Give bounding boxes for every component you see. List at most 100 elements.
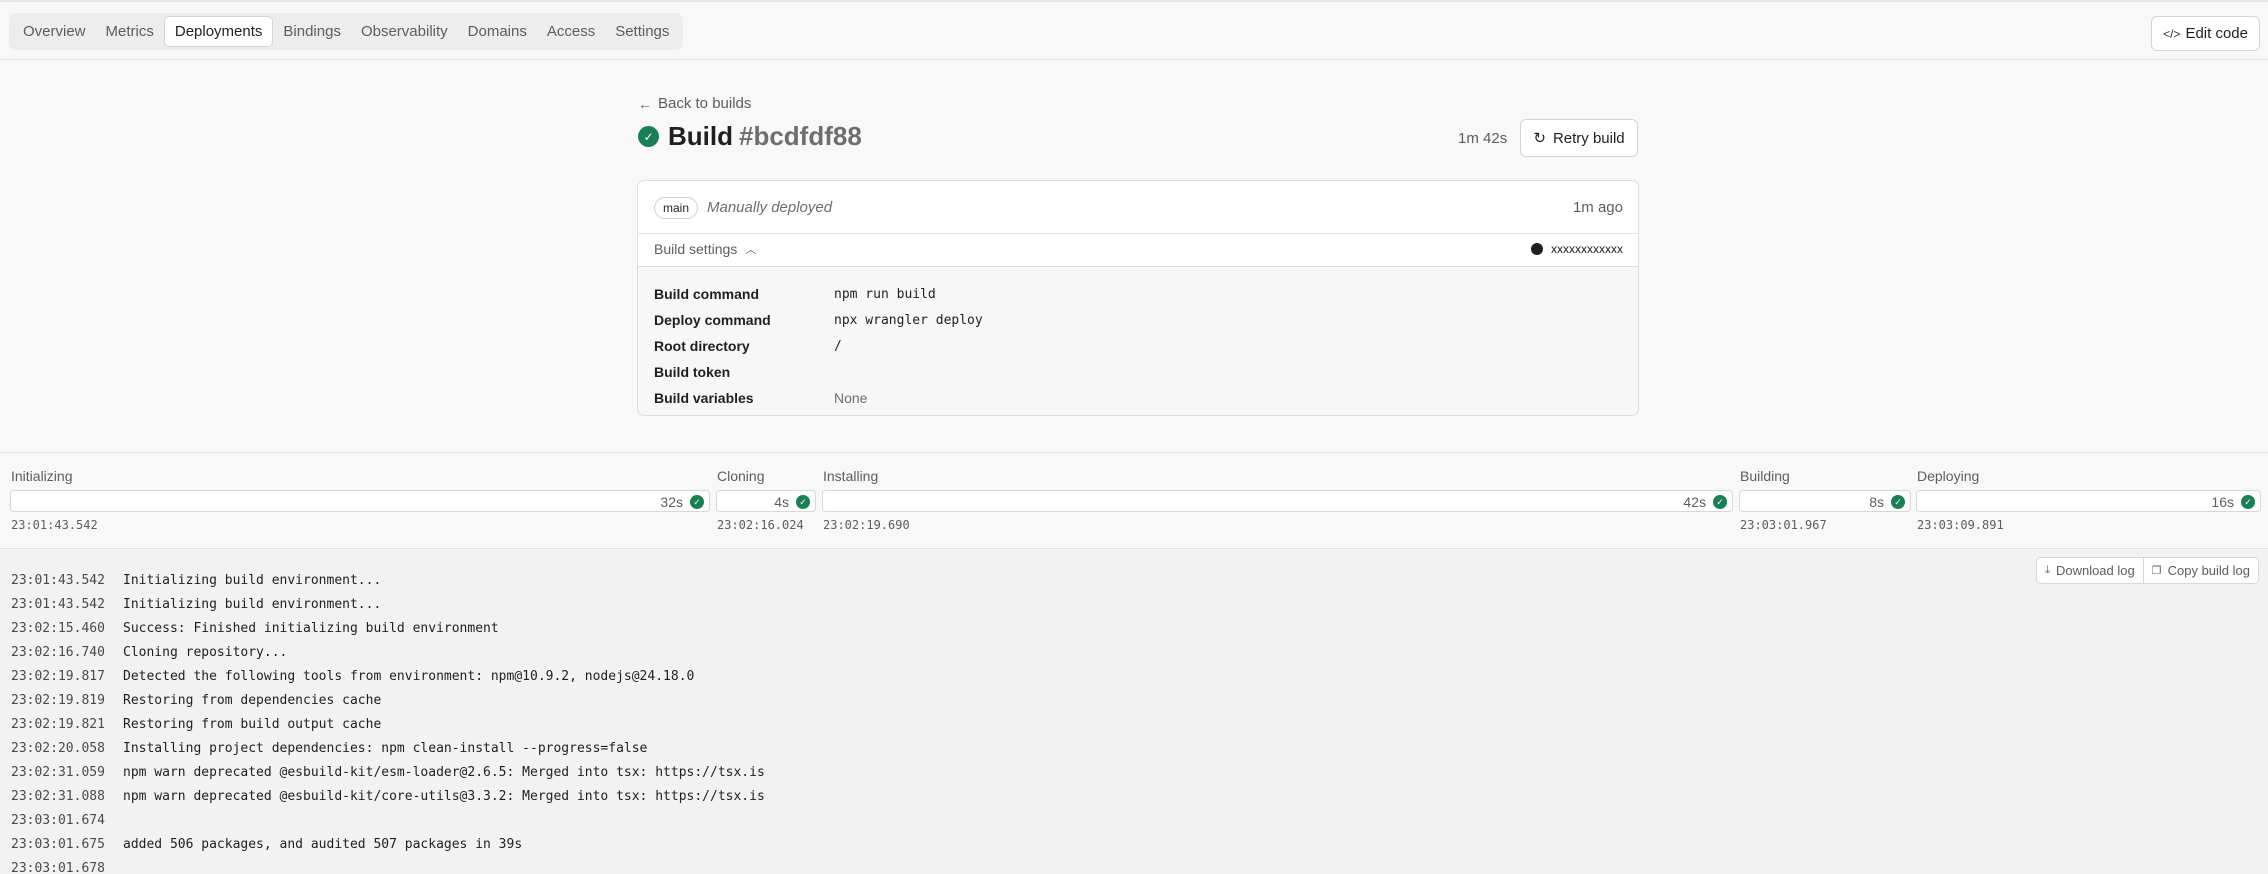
setting-row: Build variables None	[654, 385, 983, 411]
deploy-type: Manually deployed	[707, 199, 833, 216]
setting-value: /	[834, 338, 842, 354]
setting-key: Deploy command	[654, 312, 771, 328]
log-text: added 506 packages, and audited 507 pack…	[123, 836, 523, 852]
retry-label: Retry build	[1552, 129, 1625, 147]
tab-bindings[interactable]: Bindings	[273, 16, 351, 47]
tab-settings[interactable]: Settings	[605, 16, 679, 47]
log-line: 23:02:19.817 Detected the following tools…	[11, 664, 765, 688]
stage-name: Installing	[823, 468, 879, 484]
build-info-card: main Manually deployed 1m ago Build sett…	[637, 180, 1639, 416]
log-text: Cloning repository...	[123, 644, 288, 660]
stage-name: Cloning	[717, 468, 765, 484]
stage-name: Deploying	[1917, 468, 1980, 484]
download-log-button[interactable]: ⤓ Download log	[2037, 558, 2143, 583]
build-settings-label: Build settings	[654, 241, 738, 257]
time-ago: 1m ago	[1572, 199, 1623, 216]
build-settings-toggle[interactable]: Build settings ︿	[654, 241, 756, 257]
tab-observability[interactable]: Observability	[351, 16, 458, 47]
tab-domains[interactable]: Domains	[458, 16, 537, 47]
tab-bar: Overview Metrics Deployments Bindings Ob…	[9, 13, 684, 50]
build-duration: 1m 42s	[1458, 130, 1508, 147]
stage-duration: 16s	[2211, 494, 2234, 510]
log-text: npm warn deprecated @esbuild-kit/core-ut…	[123, 788, 765, 804]
log-line: 23:01:43.542 Initializing build environme…	[11, 592, 765, 616]
page-title-row: ✓ Build #bcdfdf88	[638, 121, 862, 152]
log-line: 23:02:19.819 Restoring from dependencies …	[11, 688, 765, 712]
stage-duration: 32s	[660, 494, 683, 510]
log-actions: ⤓ Download log ❐ Copy build log	[2036, 557, 2259, 584]
refresh-icon: ↻	[1533, 130, 1546, 147]
tab-deployments[interactable]: Deployments	[163, 16, 274, 47]
log-line: 23:02:15.460 Success: Finished initializi…	[11, 616, 765, 640]
log-time: 23:02:19.819	[11, 692, 105, 708]
stage-bar: 42s ✓	[822, 490, 1733, 512]
back-to-builds-link[interactable]: ← Back to builds	[638, 95, 751, 112]
build-log-panel[interactable]: ⤓ Download log ❐ Copy build log 23:01:43…	[0, 550, 2268, 874]
log-line: 23:02:31.059 npm warn deprecated @esbuild…	[11, 760, 765, 784]
stage-duration: 42s	[1683, 494, 1706, 510]
stage-timestamp: 23:02:19.690	[823, 518, 910, 532]
log-time: 23:01:43.542	[11, 596, 105, 612]
log-time: 23:02:16.740	[11, 644, 105, 660]
stage-bar: 32s ✓	[10, 490, 710, 512]
copy-build-log-button[interactable]: ❐ Copy build log	[2142, 558, 2258, 583]
log-time: 23:03:01.678	[11, 860, 105, 874]
setting-row: Root directory /	[654, 333, 983, 359]
check-icon: ✓	[796, 495, 810, 509]
log-text: Success: Finished initializing build env…	[123, 620, 499, 636]
stage-timestamp: 23:03:09.891	[1917, 518, 2004, 532]
log-text: Restoring from build output cache	[123, 716, 382, 732]
repo-link[interactable]: xxxxxxxxxxxx	[1531, 242, 1623, 256]
log-time: 23:01:43.542	[11, 572, 105, 588]
stage-name: Building	[1740, 468, 1790, 484]
setting-row: Deploy command npx wrangler deploy	[654, 307, 983, 333]
log-line: 23:02:20.058 Installing project dependenc…	[11, 736, 765, 760]
stage-bar: 16s ✓	[1916, 490, 2261, 512]
stage-timestamp: 23:02:16.024	[717, 518, 804, 532]
log-time: 23:02:31.059	[11, 764, 105, 780]
log-line: 23:03:01.678	[11, 856, 765, 874]
log-text: Detected the following tools from enviro…	[123, 668, 695, 684]
log-lines: 23:01:43.542 Initializing build environme…	[11, 568, 765, 874]
divider	[638, 233, 1638, 234]
stage-timestamp: 23:03:01.967	[1740, 518, 1827, 532]
log-text: Restoring from dependencies cache	[123, 692, 382, 708]
arrow-left-icon: ←	[638, 95, 652, 112]
tab-metrics[interactable]: Metrics	[96, 16, 164, 47]
copy-log-label: Copy build log	[2167, 563, 2250, 578]
log-line: 23:03:01.674	[11, 808, 765, 832]
log-line: 23:03:01.675 added 506 packages, and audi…	[11, 832, 765, 856]
log-text: npm warn deprecated @esbuild-kit/esm-loa…	[123, 764, 765, 780]
setting-value: npx wrangler deploy	[834, 312, 983, 328]
log-text: Initializing build environment...	[123, 572, 382, 588]
setting-row: Build command npm run build	[654, 281, 983, 307]
stage-name: Initializing	[11, 468, 73, 484]
log-time: 23:02:19.821	[11, 716, 105, 732]
edit-code-label: Edit code	[2185, 25, 2248, 42]
log-time: 23:02:20.058	[11, 740, 105, 756]
setting-key: Root directory	[654, 338, 750, 354]
download-log-label: Download log	[2055, 563, 2135, 578]
tab-overview[interactable]: Overview	[13, 16, 96, 47]
setting-key: Build variables	[654, 390, 754, 406]
chevron-up-icon: ︿	[745, 244, 757, 256]
page-title: Build #bcdfdf88	[668, 121, 862, 152]
top-bar: Overview Metrics Deployments Bindings Ob…	[0, 0, 2268, 60]
log-line: 23:01:43.542 Initializing build environme…	[11, 568, 765, 592]
log-text: Installing project dependencies: npm cle…	[123, 740, 648, 756]
back-label: Back to builds	[658, 95, 752, 112]
stage-duration: 8s	[1869, 494, 1884, 510]
setting-value: npm run build	[834, 286, 936, 302]
log-time: 23:02:31.088	[11, 788, 105, 804]
stage-duration: 4s	[774, 494, 789, 510]
edit-code-button[interactable]: </> Edit code	[2151, 16, 2260, 51]
setting-value: None	[834, 390, 868, 406]
log-time: 23:03:01.675	[11, 836, 105, 852]
build-id: #bcdfdf88	[739, 121, 862, 151]
retry-build-button[interactable]: ↻ Retry build	[1520, 119, 1638, 157]
branch-badge: main	[654, 197, 699, 219]
log-line: 23:02:16.740 Cloning repository...	[11, 640, 765, 664]
copy-icon: ❐	[2151, 565, 2162, 577]
tab-access[interactable]: Access	[537, 16, 605, 47]
build-stages-timeline: Initializing 32s ✓ 23:01:43.542 Cloning …	[0, 452, 2268, 549]
